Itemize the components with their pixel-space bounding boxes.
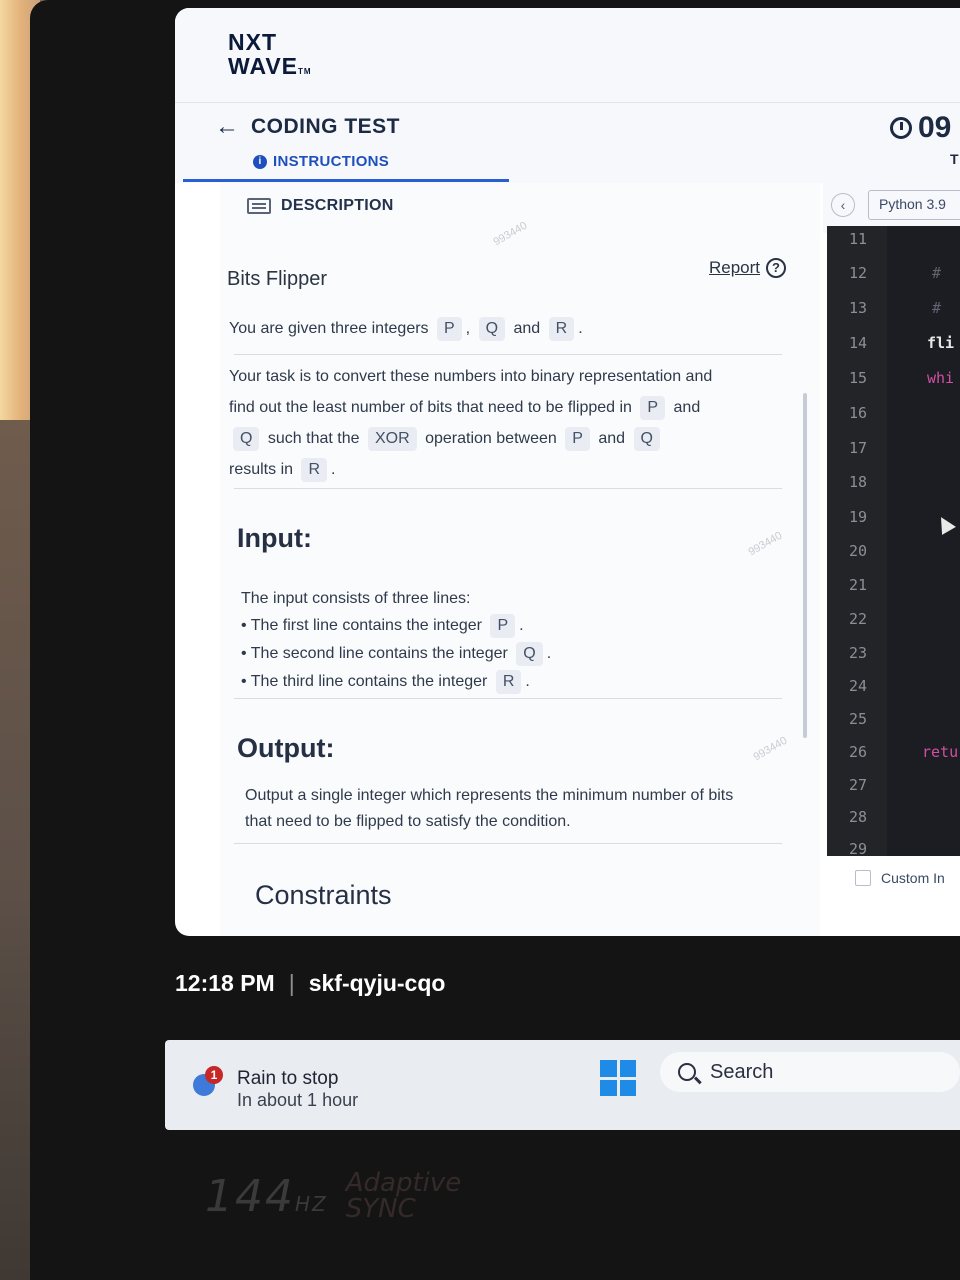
info-icon: i bbox=[253, 154, 267, 169]
taskbar-search[interactable]: Search bbox=[660, 1052, 960, 1092]
line-number: 17 bbox=[849, 439, 868, 457]
code-comment: # bbox=[932, 299, 942, 317]
problem-intro: You are given three integers P, Q and R. bbox=[229, 313, 583, 344]
tab-instructions[interactable]: i INSTRUCTIONS bbox=[253, 153, 389, 170]
line-number: 26 bbox=[849, 743, 868, 761]
weather-widget[interactable]: 1 Rain to stop In about 1 hour bbox=[193, 1066, 358, 1111]
problem-task: Your task is to convert these numbers in… bbox=[229, 361, 712, 485]
line-number: 29 bbox=[849, 840, 868, 858]
language-select[interactable]: Python 3.9 bbox=[868, 190, 960, 220]
line-number: 15 bbox=[849, 369, 868, 387]
line-gutter: 11 12 13 14 15 16 17 18 19 20 21 22 23 2… bbox=[827, 226, 887, 858]
line-number: 14 bbox=[849, 334, 868, 352]
search-icon bbox=[678, 1063, 696, 1081]
description-icon bbox=[247, 198, 271, 214]
line-number: 25 bbox=[849, 710, 868, 728]
code-comment: # bbox=[932, 264, 942, 282]
meeting-info: 12:18 PM | skf-qyju-cqo bbox=[175, 970, 446, 996]
checkbox[interactable] bbox=[855, 870, 871, 886]
line-number: 18 bbox=[849, 473, 868, 491]
custom-input-toggle[interactable]: Custom In bbox=[855, 870, 945, 886]
timer-label: T bbox=[950, 151, 959, 167]
code-keyword: retu bbox=[922, 743, 959, 761]
line-number: 21 bbox=[849, 576, 868, 594]
input-heading: Input: bbox=[237, 523, 312, 553]
panel-scrollbar[interactable] bbox=[803, 393, 807, 738]
list-item: The first line contains the integer P. bbox=[241, 612, 551, 640]
divider bbox=[234, 843, 782, 844]
app-header: NXT WAVETM bbox=[175, 8, 960, 103]
line-number: 11 bbox=[849, 230, 868, 248]
divider bbox=[234, 488, 782, 489]
problem-title: Bits Flipper bbox=[227, 268, 328, 290]
output-heading: Output: bbox=[237, 733, 335, 763]
line-number: 27 bbox=[849, 776, 868, 794]
line-number: 20 bbox=[849, 542, 868, 560]
active-tab-indicator bbox=[183, 179, 509, 182]
input-list: The first line contains the integer P. T… bbox=[241, 612, 551, 696]
chevron-left-icon[interactable]: ‹ bbox=[831, 193, 855, 217]
code-token: fli bbox=[927, 334, 955, 352]
bezel-branding: 144HZ Adaptive SYNC bbox=[205, 1168, 462, 1224]
line-number: 24 bbox=[849, 677, 868, 695]
line-number: 12 bbox=[849, 264, 868, 282]
divider bbox=[234, 698, 782, 699]
input-intro: The input consists of three lines: bbox=[241, 590, 471, 607]
notification-badge: 1 bbox=[205, 1066, 223, 1084]
constraints-heading: Constraints bbox=[255, 880, 392, 910]
code-editor[interactable]: 11 12 13 14 15 16 17 18 19 20 21 22 23 2… bbox=[827, 226, 960, 858]
back-arrow-icon[interactable]: ← bbox=[215, 113, 239, 141]
line-number: 16 bbox=[849, 404, 868, 422]
line-number: 23 bbox=[849, 644, 868, 662]
list-item: The second line contains the integer Q. bbox=[241, 640, 551, 668]
clock-icon bbox=[890, 117, 912, 139]
problem-panel: DESCRIPTION 993440 Bits Flipper Report ?… bbox=[220, 183, 820, 936]
page-title: CODING TEST bbox=[251, 115, 401, 138]
help-icon: ? bbox=[766, 258, 787, 278]
line-number: 13 bbox=[849, 299, 868, 317]
output-description: Output a single integer which represents… bbox=[245, 787, 734, 830]
windows-start-icon[interactable] bbox=[600, 1060, 636, 1096]
watermark: 993440 bbox=[491, 219, 530, 249]
line-number: 19 bbox=[849, 508, 868, 526]
line-number: 28 bbox=[849, 808, 868, 826]
nxtwave-logo: NXT WAVETM bbox=[228, 29, 312, 79]
rain-cloud-icon: 1 bbox=[193, 1066, 223, 1096]
divider bbox=[234, 354, 782, 355]
watermark: 993440 bbox=[751, 734, 790, 764]
test-toolbar: ← CODING TEST i INSTRUCTIONS 09 T bbox=[175, 103, 960, 183]
line-number: 22 bbox=[849, 610, 868, 628]
code-keyword: whi bbox=[927, 369, 955, 387]
watermark: 993440 bbox=[746, 529, 785, 559]
tab-description[interactable]: DESCRIPTION bbox=[247, 197, 394, 215]
taskbar: 1 Rain to stop In about 1 hour Search bbox=[165, 1040, 960, 1130]
screen: NXT WAVETM ← CODING TEST i INSTRUCTIONS … bbox=[175, 8, 960, 936]
list-item: The third line contains the integer R. bbox=[241, 668, 551, 696]
timer: 09 bbox=[890, 111, 951, 145]
report-button[interactable]: Report ? bbox=[709, 258, 787, 278]
